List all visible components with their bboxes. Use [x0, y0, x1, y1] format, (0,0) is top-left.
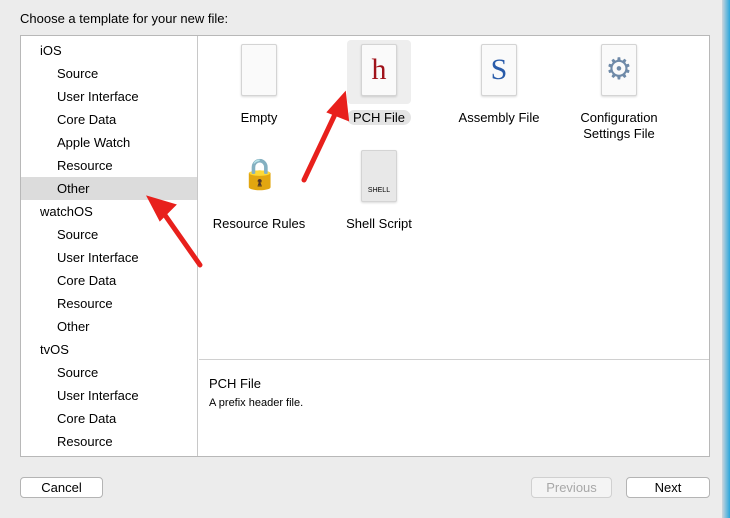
template-grid: Empty h PCH File S Assembly File ⚙ Configurati… [199, 36, 709, 360]
sidebar-item[interactable]: Resource [21, 154, 197, 177]
template-label: Configuration Settings File [574, 110, 664, 142]
sidebar-item[interactable]: Apple Watch [21, 131, 197, 154]
template-assembly-file[interactable]: S Assembly File [439, 40, 559, 126]
sidebar-item[interactable]: Other [21, 315, 197, 338]
template-resource-rules[interactable]: 🔒 Resource Rules [199, 146, 319, 232]
template-label: Shell Script [319, 216, 439, 232]
assembly-file-icon: S [467, 40, 531, 104]
previous-button[interactable]: Previous [531, 477, 612, 498]
cancel-button[interactable]: Cancel [20, 477, 103, 498]
sidebar-item[interactable]: Core Data [21, 407, 197, 430]
template-label: PCH File [319, 110, 439, 126]
sidebar-group[interactable]: iOS [21, 39, 197, 62]
sidebar-item[interactable]: Source [21, 223, 197, 246]
padlocks-icon: 🔒 [241, 158, 279, 191]
description-text: A prefix header file. [209, 397, 304, 409]
header-file-icon: h [347, 40, 411, 104]
template-label-text: Shell Script [346, 216, 412, 231]
sidebar-item[interactable]: Resource [21, 430, 197, 453]
shell-script-icon: SHELL [347, 146, 411, 210]
window-edge [722, 0, 730, 518]
template-label: Resource Rules [199, 216, 319, 232]
template-shell-script[interactable]: SHELL Shell Script [319, 146, 439, 232]
description-title: PCH File [209, 376, 262, 391]
sidebar-item[interactable]: Other [21, 177, 197, 200]
template-label-text: PCH File [346, 110, 411, 125]
sidebar-item[interactable]: Core Data [21, 269, 197, 292]
template-label-text: Empty [240, 110, 278, 125]
sidebar-item[interactable]: User Interface [21, 246, 197, 269]
category-sidebar: iOS Source User Interface Core Data Apple Wa… [21, 36, 198, 456]
sidebar-item[interactable]: User Interface [21, 384, 197, 407]
template-label-text: Assembly File [458, 110, 540, 125]
template-configuration-settings-file[interactable]: ⚙ Configuration Settings File [559, 40, 679, 142]
sidebar-group[interactable]: tvOS [21, 338, 197, 361]
sidebar-item[interactable]: User Interface [21, 85, 197, 108]
sidebar-item[interactable]: Source [21, 361, 197, 384]
sidebar-item[interactable]: Core Data [21, 108, 197, 131]
next-button[interactable]: Next [626, 477, 710, 498]
template-pch-file[interactable]: h PCH File [319, 40, 439, 126]
config-gear-icon: ⚙ [587, 40, 651, 104]
template-label-text: Resource Rules [212, 216, 306, 231]
empty-file-icon [227, 40, 291, 104]
sidebar-item[interactable]: Resource [21, 292, 197, 315]
sidebar-item[interactable]: Source [21, 62, 197, 85]
template-label: Assembly File [439, 110, 559, 126]
template-empty[interactable]: Empty [199, 40, 319, 126]
dialog-title: Choose a template for your new file: [20, 11, 229, 26]
template-label: Empty [199, 110, 319, 126]
sidebar-group[interactable]: watchOS [21, 200, 197, 223]
template-label-text: Configuration Settings File [580, 110, 658, 141]
template-panel: iOS Source User Interface Core Data Apple Wa… [20, 35, 710, 457]
template-description: PCH File A prefix header file. [209, 376, 303, 409]
